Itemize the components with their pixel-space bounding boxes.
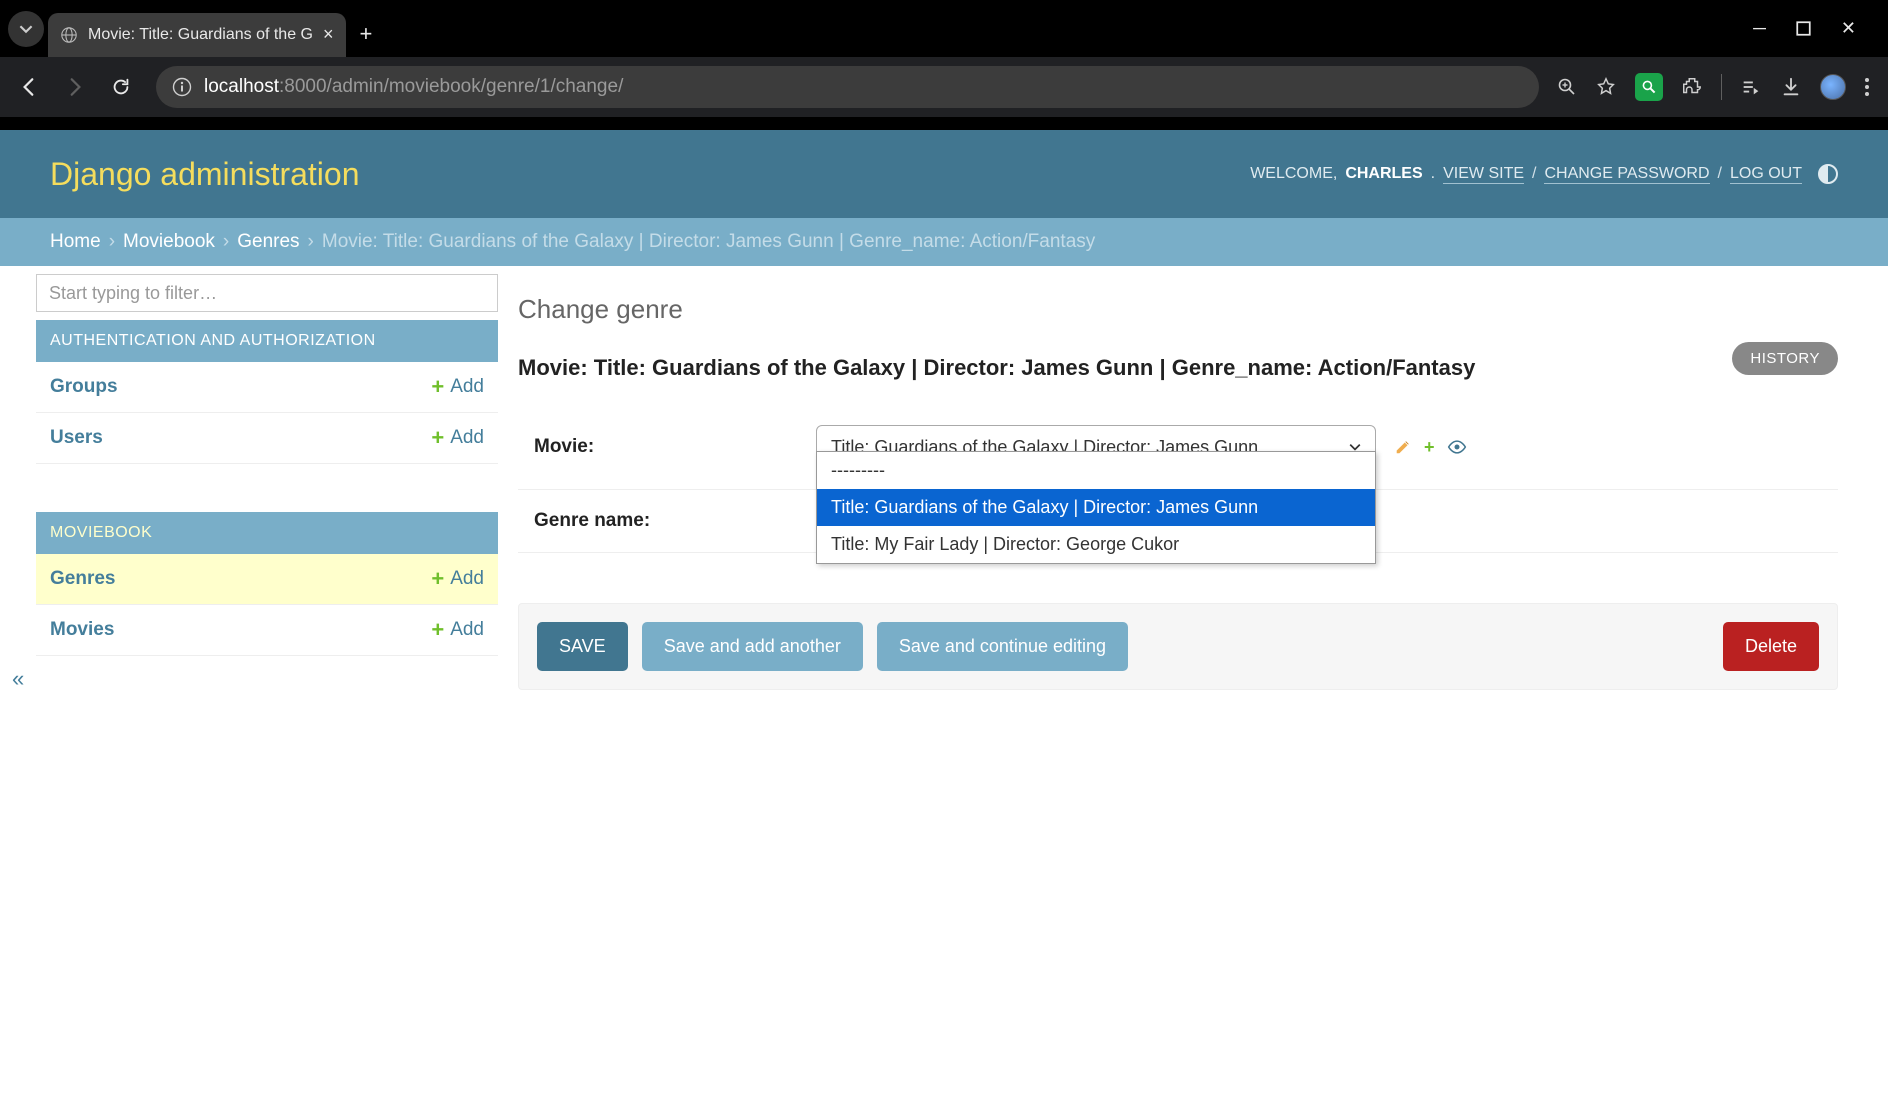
page-root: Django administration WELCOME, CHARLES. … [0, 130, 1888, 1096]
reload-icon[interactable] [110, 76, 138, 98]
window-controls: ─ ✕ [1753, 18, 1880, 39]
globe-icon [60, 26, 78, 44]
dropdown-option-empty[interactable]: --------- [817, 452, 1375, 489]
close-window-icon[interactable]: ✕ [1841, 18, 1856, 39]
zoom-icon[interactable] [1557, 77, 1577, 97]
site-header: Django administration WELCOME, CHARLES. … [0, 130, 1888, 218]
chrome-actions [1557, 73, 1870, 101]
sidebar-item-groups: Groups +Add [36, 362, 498, 413]
username: CHARLES [1345, 165, 1422, 183]
edit-related-icon[interactable] [1394, 438, 1412, 456]
app-header-auth[interactable]: AUTHENTICATION AND AUTHORIZATION [36, 320, 498, 362]
profile-avatar-icon[interactable] [1820, 74, 1846, 100]
logout-link[interactable]: LOG OUT [1730, 165, 1802, 184]
maximize-icon[interactable] [1796, 21, 1811, 36]
plus-icon: + [431, 617, 444, 643]
save-add-another-button[interactable]: Save and add another [642, 622, 863, 671]
breadcrumb-home[interactable]: Home [50, 231, 101, 253]
extensions-icon[interactable] [1681, 76, 1703, 98]
sidebar-item-users: Users +Add [36, 413, 498, 464]
dropdown-option[interactable]: Title: Guardians of the Galaxy | Directo… [817, 489, 1375, 526]
change-password-link[interactable]: CHANGE PASSWORD [1544, 165, 1709, 184]
user-tools: WELCOME, CHARLES. VIEW SITE / CHANGE PAS… [1250, 164, 1838, 184]
media-icon[interactable] [1740, 76, 1762, 98]
breadcrumb: Home › Moviebook › Genres › Movie: Title… [0, 218, 1888, 266]
browser-tab[interactable]: Movie: Title: Guardians of the G × [48, 13, 346, 57]
add-genres-link[interactable]: +Add [431, 566, 484, 592]
genre-name-label: Genre name: [534, 510, 816, 532]
browser-chrome: Movie: Title: Guardians of the G × + ─ ✕ [0, 0, 1888, 130]
app-header-moviebook[interactable]: MOVIEBOOK [36, 512, 498, 554]
sidebar-item-genres: Genres +Add [36, 554, 498, 605]
model-link[interactable]: Genres [50, 568, 115, 590]
welcome-text: WELCOME, [1250, 165, 1337, 183]
model-link[interactable]: Movies [50, 619, 114, 641]
save-button[interactable]: SAVE [537, 622, 628, 671]
extension-icon[interactable] [1635, 73, 1663, 101]
url-input[interactable]: localhost:8000/admin/moviebook/genre/1/c… [156, 66, 1539, 108]
tab-title: Movie: Title: Guardians of the G [88, 26, 313, 44]
dropdown-option[interactable]: Title: My Fair Lady | Director: George C… [817, 526, 1375, 563]
new-tab-button[interactable]: + [360, 21, 373, 47]
sidebar: AUTHENTICATION AND AUTHORIZATION Groups … [0, 266, 498, 1096]
movie-label: Movie: [534, 436, 816, 458]
movie-select-dropdown: --------- Title: Guardians of the Galaxy… [816, 451, 1376, 564]
view-site-link[interactable]: VIEW SITE [1443, 165, 1524, 184]
url-text: localhost:8000/admin/moviebook/genre/1/c… [204, 76, 623, 98]
object-title: Movie: Title: Guardians of the Galaxy | … [518, 355, 1838, 381]
menu-icon[interactable] [1864, 76, 1870, 98]
tab-bar: Movie: Title: Guardians of the G × + ─ ✕ [0, 0, 1888, 57]
bookmark-icon[interactable] [1595, 76, 1617, 98]
theme-toggle-icon[interactable] [1818, 164, 1838, 184]
submit-row: SAVE Save and add another Save and conti… [518, 603, 1838, 690]
view-related-icon[interactable] [1447, 437, 1467, 457]
page-title: Change genre [518, 294, 1838, 325]
delete-button[interactable]: Delete [1723, 622, 1819, 671]
back-icon[interactable] [18, 76, 46, 98]
save-continue-button[interactable]: Save and continue editing [877, 622, 1128, 671]
add-groups-link[interactable]: +Add [431, 374, 484, 400]
site-info-icon[interactable] [172, 77, 192, 97]
sidebar-item-movies: Movies +Add [36, 605, 498, 656]
close-tab-icon[interactable]: × [323, 24, 334, 45]
add-users-link[interactable]: +Add [431, 425, 484, 451]
plus-icon: + [431, 425, 444, 451]
tab-search-button[interactable] [8, 11, 44, 47]
related-widget-icons: + [1394, 437, 1467, 458]
model-link[interactable]: Groups [50, 376, 118, 398]
downloads-icon[interactable] [1780, 76, 1802, 98]
address-bar: localhost:8000/admin/moviebook/genre/1/c… [0, 57, 1888, 117]
content: « AUTHENTICATION AND AUTHORIZATION Group… [0, 266, 1888, 1096]
add-related-icon[interactable]: + [1424, 437, 1435, 458]
forward-icon[interactable] [64, 76, 92, 98]
sidebar-filter-input[interactable] [36, 274, 498, 312]
breadcrumb-current: Movie: Title: Guardians of the Galaxy | … [322, 231, 1095, 253]
main-content: Change genre HISTORY Movie: Title: Guard… [498, 266, 1888, 1096]
model-link[interactable]: Users [50, 427, 103, 449]
minimize-icon[interactable]: ─ [1753, 18, 1766, 39]
add-movies-link[interactable]: +Add [431, 617, 484, 643]
field-movie-row: Movie: Title: Guardians of the Galaxy | … [518, 405, 1838, 490]
site-title: Django administration [50, 156, 360, 193]
breadcrumb-app[interactable]: Moviebook [123, 231, 215, 253]
history-button[interactable]: HISTORY [1732, 342, 1838, 375]
divider [1721, 74, 1722, 100]
breadcrumb-model[interactable]: Genres [237, 231, 299, 253]
plus-icon: + [431, 566, 444, 592]
plus-icon: + [431, 374, 444, 400]
